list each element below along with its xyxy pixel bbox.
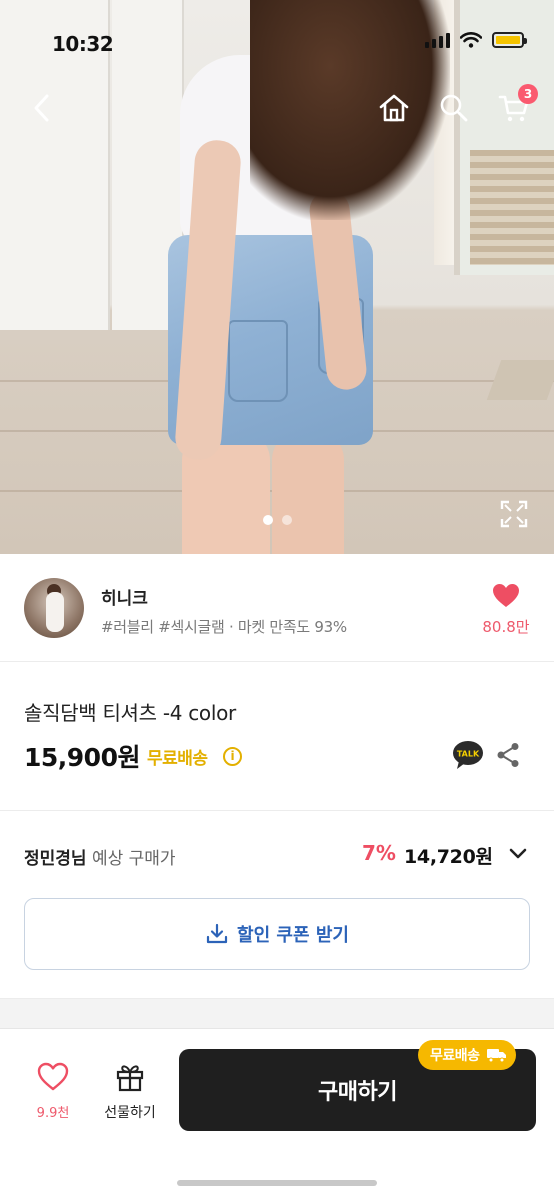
- gift-icon: [116, 1065, 144, 1092]
- seller-like-count: 80.8만: [482, 618, 530, 636]
- buy-label: 구매하기: [318, 1080, 397, 1105]
- member-price-row[interactable]: 정민경님 예상 구매가: [24, 844, 176, 869]
- product-name: 솔직담백 티셔츠 -4 color: [24, 701, 236, 725]
- wishlist-count: 9.9천: [36, 1106, 70, 1121]
- rug: [486, 360, 554, 400]
- image-pagination: [0, 515, 554, 525]
- seller-avatar[interactable]: [24, 578, 84, 638]
- wifi-icon: [460, 32, 482, 48]
- search-icon: [440, 94, 468, 122]
- heart-outline-icon: [37, 1062, 69, 1091]
- battery-icon: [492, 32, 527, 48]
- talk-label: TALK: [457, 750, 480, 759]
- home-icon: [379, 94, 409, 122]
- info-icon[interactable]: i: [223, 747, 242, 766]
- product-price: 15,900원: [24, 743, 140, 772]
- free-shipping-label: 무료배송: [147, 749, 208, 769]
- heart-icon: [493, 584, 519, 607]
- chevron-left-icon: [34, 94, 49, 122]
- divider: [0, 810, 554, 811]
- section-gap: [0, 998, 554, 1028]
- home-button[interactable]: [374, 86, 414, 130]
- status-icons: [425, 32, 527, 48]
- download-icon: [206, 923, 228, 944]
- home-indicator[interactable]: [177, 1180, 377, 1186]
- signal-icon: [425, 32, 450, 48]
- expand-button[interactable]: [498, 498, 530, 530]
- back-button[interactable]: [22, 86, 62, 130]
- kakaotalk-button[interactable]: TALK: [452, 740, 484, 770]
- gift-label: 선물하기: [104, 1105, 156, 1121]
- share-button[interactable]: [496, 742, 520, 768]
- seller-tags: #러블리 #섹시글램 · 마켓 만족도 93%: [101, 618, 347, 636]
- cart-count-badge: 3: [518, 84, 538, 104]
- cart-button[interactable]: 3: [494, 84, 538, 130]
- expand-price-button[interactable]: [506, 843, 530, 865]
- wishlist-button[interactable]: 9.9천: [26, 1062, 80, 1121]
- get-coupon-button[interactable]: 할인 쿠폰 받기: [24, 898, 530, 970]
- truck-icon: [486, 1049, 506, 1063]
- share-icon: [497, 743, 519, 767]
- seller-like-button[interactable]: [492, 583, 520, 609]
- model-hair: [250, 0, 450, 220]
- seller-name[interactable]: 히니크: [101, 584, 148, 609]
- coupon-label: 할인 쿠폰 받기: [237, 925, 349, 946]
- pagination-dot[interactable]: [281, 515, 292, 525]
- search-button[interactable]: [434, 86, 474, 130]
- chevron-down-icon: [509, 848, 527, 859]
- discount-rate: 7%: [362, 841, 396, 865]
- status-time: 10:32: [52, 32, 114, 56]
- pagination-dot[interactable]: [262, 515, 273, 525]
- product-image[interactable]: [0, 0, 554, 554]
- member-price-label: 예상 구매가: [91, 849, 176, 869]
- member-name: 정민경님: [24, 849, 87, 869]
- gift-button[interactable]: 선물하기: [96, 1062, 164, 1122]
- expected-price: 14,720원: [404, 846, 493, 868]
- talk-icon: TALK: [453, 741, 483, 769]
- free-shipping-badge-label: 무료배송: [430, 1048, 480, 1064]
- free-shipping-badge: 무료배송: [418, 1040, 516, 1070]
- expand-icon: [500, 500, 528, 528]
